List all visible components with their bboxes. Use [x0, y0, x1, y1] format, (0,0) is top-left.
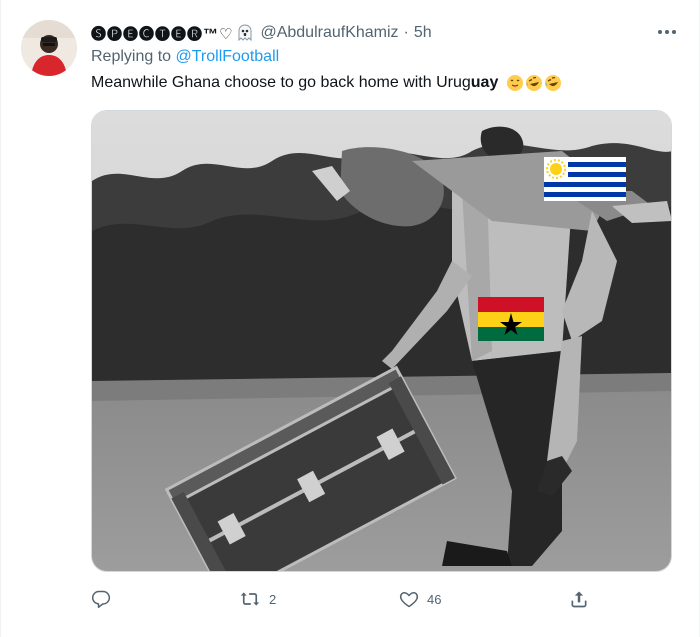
tweet-actions: 2 46 [91, 586, 591, 612]
retweet-icon [240, 592, 260, 606]
display-name[interactable]: 🅢🅟🅔🅒🅣🅔🅡™♡ [91, 23, 233, 44]
tweet-header: 🅢🅟🅔🅒🅣🅔🅡™♡ @AbdulraufKhamiz · 5h [91, 22, 432, 44]
heart-icon [399, 592, 419, 608]
retweet-count: 2 [269, 591, 277, 607]
replying-mention-link[interactable]: @TrollFootball [176, 48, 280, 65]
tweet-text: Meanwhile Ghana choose to go back home w… [91, 74, 562, 92]
rolling-on-floor-laughing-emoji-icon [526, 75, 543, 91]
replying-to: Replying to @TrollFootball [91, 48, 279, 66]
tweet-text-body: Meanwhile Ghana choose to go back home w… [91, 74, 471, 91]
share-button[interactable] [569, 586, 589, 612]
share-icon [571, 591, 587, 608]
timestamp[interactable]: 5h [414, 24, 432, 42]
user-handle[interactable]: @AbdulraufKhamiz [260, 24, 398, 42]
face-with-tongue-emoji-icon [507, 75, 524, 91]
ghana-flag-icon [478, 297, 544, 341]
emoji-group [506, 74, 562, 92]
rolling-on-floor-laughing-emoji-icon [545, 75, 562, 91]
tweet-media-image[interactable] [91, 110, 672, 572]
tweet-card[interactable]: 🅢🅟🅔🅒🅣🅔🅡™♡ @AbdulraufKhamiz · 5h Replying… [0, 0, 700, 637]
avatar[interactable] [21, 20, 77, 76]
tweet-text-bold: uay [470, 74, 499, 91]
reply-icon [91, 590, 111, 609]
retweet-button[interactable]: 2 [239, 586, 276, 612]
replying-prefix: Replying to [91, 48, 176, 65]
more-options-icon[interactable] [655, 22, 679, 42]
ghost-emoji-icon [237, 24, 253, 42]
separator-dot: · [403, 24, 409, 41]
like-button[interactable]: 46 [399, 586, 441, 612]
reply-button[interactable] [91, 586, 119, 612]
like-count: 46 [427, 591, 442, 607]
uruguay-flag-icon [544, 157, 626, 201]
